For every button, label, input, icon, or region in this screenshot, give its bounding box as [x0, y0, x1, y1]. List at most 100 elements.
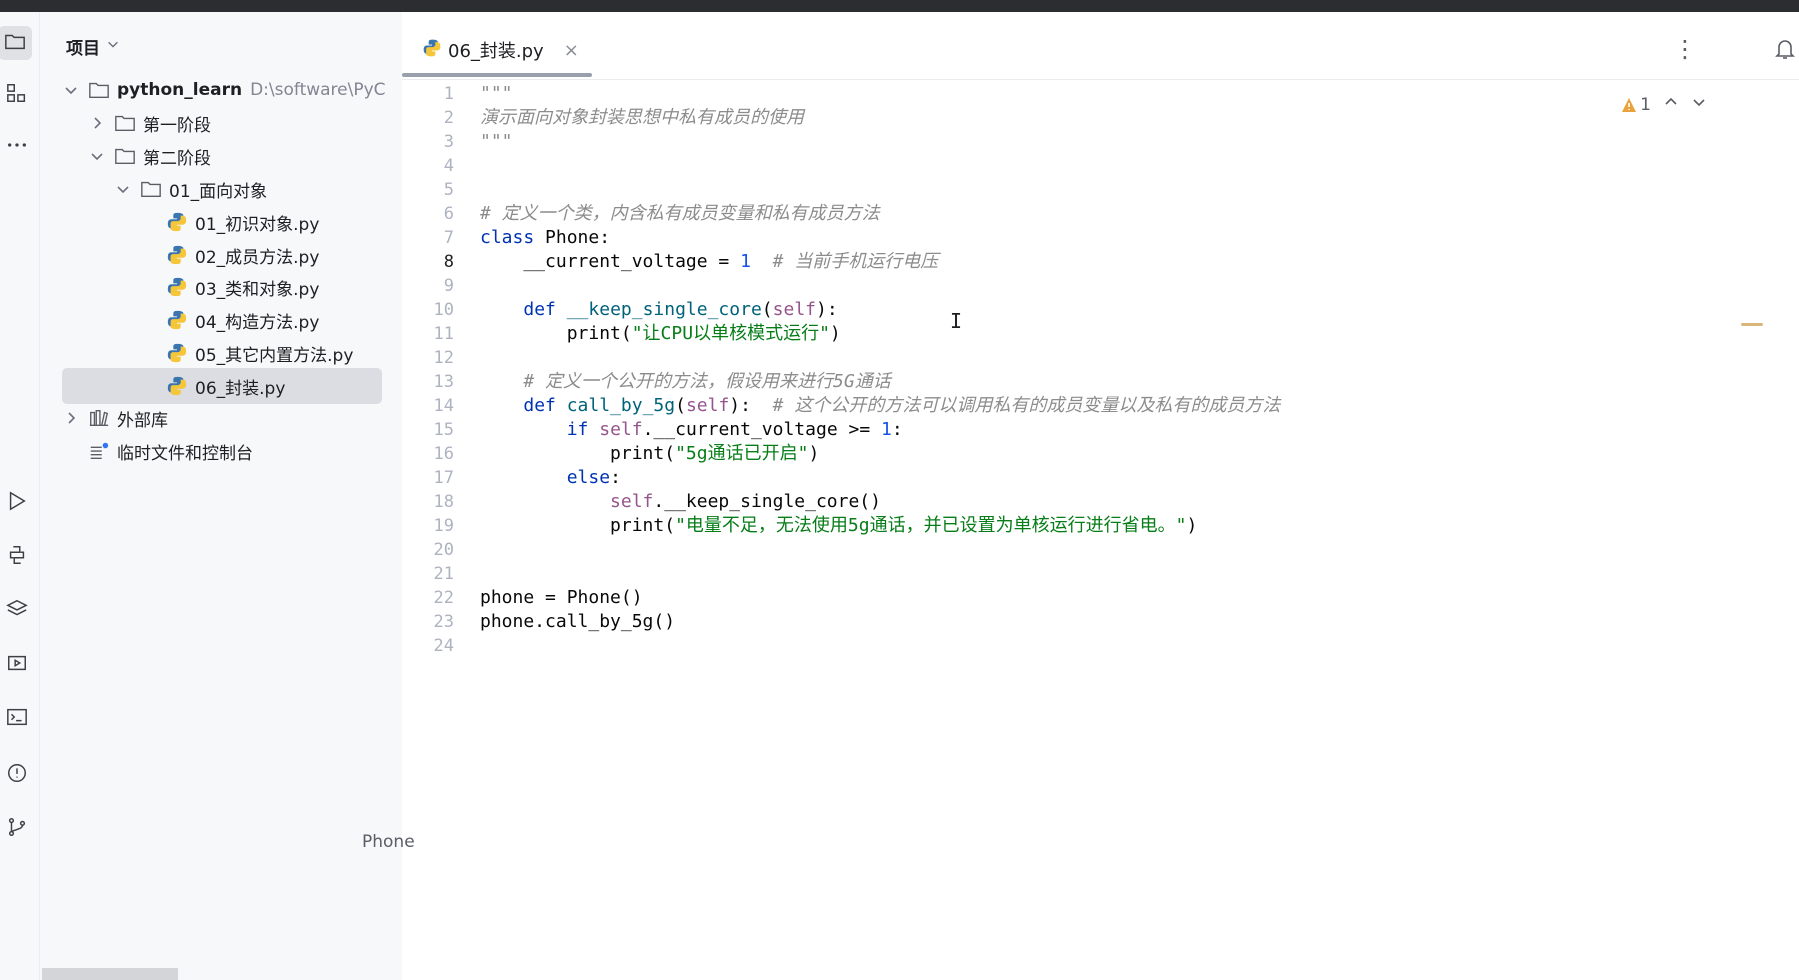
line-number[interactable]: 24	[406, 634, 454, 658]
more-options-icon[interactable]: ⋮	[1673, 34, 1697, 64]
line-number[interactable]: 21	[406, 562, 454, 586]
code-token: __current_voltage =	[480, 251, 741, 272]
line-number[interactable]: 7	[406, 226, 454, 250]
run-icon	[6, 490, 28, 516]
chevron-up-icon[interactable]	[1663, 94, 1679, 115]
line-number[interactable]: 1	[406, 82, 454, 106]
code-line[interactable]: class Phone:	[480, 226, 610, 250]
tree-item-stage-two[interactable]: 第二阶段	[62, 138, 392, 174]
project-tool-button[interactable]	[0, 26, 32, 60]
code-line[interactable]: """	[480, 82, 513, 106]
tree-item-file[interactable]: 02_成员方法.py	[62, 237, 392, 273]
run-tool-button[interactable]	[0, 486, 34, 520]
line-number[interactable]: 4	[406, 154, 454, 178]
code-token: else	[566, 467, 611, 488]
project-view-selector[interactable]: 项目	[66, 34, 120, 59]
error-stripe-marker[interactable]	[1741, 323, 1763, 326]
tree-item-label: 05_其它内置方法.py	[195, 345, 354, 366]
line-number[interactable]: 14	[406, 394, 454, 418]
line-number[interactable]: 22	[406, 586, 454, 610]
folder-icon	[114, 145, 136, 167]
code-token: # 定义一个类，内含私有成员变量和私有成员方法	[480, 203, 880, 224]
structure-icon	[6, 82, 28, 108]
line-number[interactable]: 23	[406, 610, 454, 634]
python-console-button[interactable]	[0, 540, 34, 574]
scratches-icon	[88, 440, 110, 462]
tree-item-external-libraries[interactable]: 外部库	[62, 400, 392, 436]
code-line[interactable]: if self.__current_voltage >= 1:	[480, 418, 903, 442]
line-number[interactable]: 13	[406, 370, 454, 394]
line-number[interactable]: 2	[406, 106, 454, 130]
code-line[interactable]: self.__keep_single_core()	[480, 490, 881, 514]
chevron-right-icon[interactable]	[62, 409, 80, 427]
code-line[interactable]: def call_by_5g(self): # 这个公开的方法可以调用私有的成员…	[480, 394, 1280, 418]
chevron-down-icon[interactable]	[62, 81, 80, 99]
python-packages-button[interactable]	[0, 594, 34, 628]
tree-item-file[interactable]: 05_其它内置方法.py	[62, 335, 392, 371]
line-number[interactable]: 20	[406, 538, 454, 562]
python-file-icon	[166, 244, 188, 266]
more-tools-button[interactable]	[0, 130, 34, 164]
code-line[interactable]: phone.call_by_5g()	[480, 610, 675, 634]
tree-item-file[interactable]: 03_类和对象.py	[62, 269, 392, 305]
code-line[interactable]: # 定义一个公开的方法，假设用来进行5G通话	[480, 370, 890, 394]
line-number[interactable]: 19	[406, 514, 454, 538]
line-number[interactable]: 6	[406, 202, 454, 226]
code-token: "5g通话已开启"	[675, 443, 809, 464]
tree-item-python-learn[interactable]: python_learn D:\software\PyC	[62, 72, 392, 108]
problems-tool-button[interactable]	[0, 758, 34, 792]
code-line[interactable]: __current_voltage = 1 # 当前手机运行电压	[480, 250, 938, 274]
line-number[interactable]: 12	[406, 346, 454, 370]
tree-item-label: 04_构造方法.py	[195, 312, 320, 333]
line-number[interactable]: 17	[406, 466, 454, 490]
code-line[interactable]: # 定义一个类，内含私有成员变量和私有成员方法	[480, 202, 880, 226]
code-line[interactable]: phone = Phone()	[480, 586, 643, 610]
horizontal-scrollbar[interactable]	[42, 968, 178, 980]
code-token: phone = Phone()	[480, 587, 643, 608]
code-token: call_by_5g	[566, 395, 676, 416]
code-line[interactable]: 演示面向对象封装思想中私有成员的使用	[480, 106, 804, 130]
inspection-widget[interactable]: 1	[1621, 94, 1707, 115]
code-line[interactable]: else:	[480, 466, 621, 490]
tree-item-scratches[interactable]: 临时文件和控制台	[62, 433, 392, 469]
chevron-down-icon[interactable]	[88, 147, 106, 165]
line-number[interactable]: 16	[406, 442, 454, 466]
close-icon[interactable]: ×	[564, 40, 579, 61]
warning-count: 1	[1640, 94, 1651, 115]
services-tool-button[interactable]	[0, 648, 34, 682]
notifications-bell-icon[interactable]	[1771, 32, 1799, 66]
chevron-right-icon[interactable]	[88, 114, 106, 132]
code-token: def	[523, 299, 556, 320]
python-file-icon	[166, 309, 188, 331]
code-line[interactable]: print("让CPU以单核模式运行")	[480, 322, 841, 346]
code-token: class	[480, 227, 535, 248]
tab-06-encapsulation[interactable]: 06_封装.py ×	[402, 32, 592, 68]
breadcrumb[interactable]: Phone	[362, 832, 415, 852]
tree-item-stage-one[interactable]: 第一阶段	[62, 105, 392, 141]
line-number[interactable]: 11	[406, 322, 454, 346]
tree-item-file[interactable]: 04_构造方法.py	[62, 302, 392, 338]
line-number[interactable]: 5	[406, 178, 454, 202]
editor-area: 06_封装.py × ⋮ 1 1 2 3 4 5 6 7 8 9 10 11 12 13 14 15 16 17…	[362, 12, 1799, 980]
structure-tool-button[interactable]	[0, 78, 34, 112]
line-number[interactable]: 3	[406, 130, 454, 154]
warning-indicator[interactable]: 1	[1621, 95, 1651, 115]
terminal-tool-button[interactable]	[0, 702, 34, 736]
editor-tab-bar: 06_封装.py × ⋮	[402, 12, 1799, 80]
chevron-down-icon[interactable]	[114, 180, 132, 198]
line-number[interactable]: 8	[406, 250, 454, 274]
line-number[interactable]: 9	[406, 274, 454, 298]
chevron-down-icon[interactable]	[1691, 94, 1707, 115]
line-number[interactable]: 15	[406, 418, 454, 442]
code-line[interactable]: print("5g通话已开启")	[480, 442, 819, 466]
line-number[interactable]: 10	[406, 298, 454, 322]
line-number[interactable]: 18	[406, 490, 454, 514]
tree-item-file-selected[interactable]: 06_封装.py	[62, 368, 382, 404]
tree-item-file[interactable]: 01_初识对象.py	[62, 204, 392, 240]
tree-item-oop-folder[interactable]: 01_面向对象	[62, 171, 392, 207]
code-line[interactable]: print("电量不足，无法使用5g通话，并已设置为单核运行进行省电。")	[480, 514, 1197, 538]
code-line[interactable]: def __keep_single_core(self):	[480, 298, 837, 322]
git-tool-button[interactable]	[0, 812, 34, 846]
code-line[interactable]: """	[480, 130, 513, 154]
